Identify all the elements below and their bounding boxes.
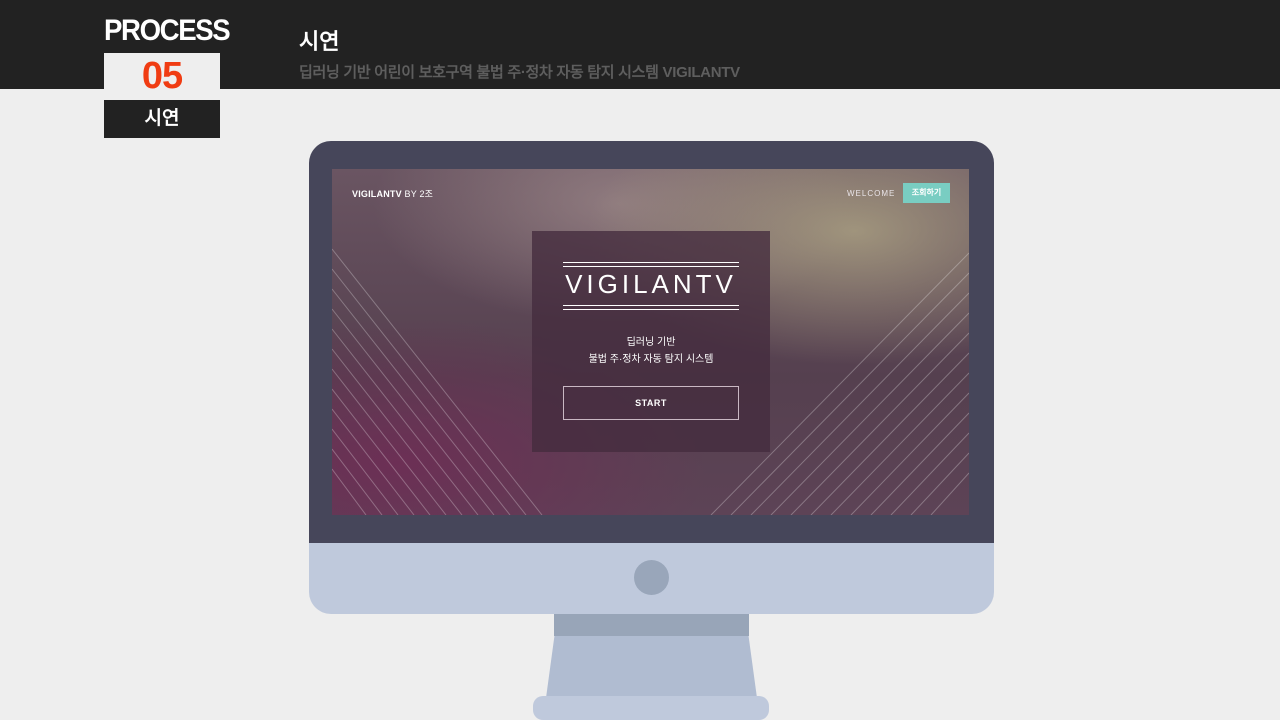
tagline-line-1: 딥러닝 기반 [626,337,676,348]
logo-rule-bottom [563,305,739,306]
monitor-stand-base [533,696,769,720]
process-tag: 시연 [104,100,220,138]
process-label: PROCESS [104,14,231,47]
monitor-logo-dot [634,560,669,595]
page-subtitle: 딥러닝 기반 어린이 보호구역 불법 주·정차 자동 탐지 시스템 VIGILA… [299,64,740,81]
logo-rule-bottom-2 [563,309,739,310]
lookup-button[interactable]: 조회하기 [903,183,950,203]
monitor-stand-neck [554,614,749,636]
app-logo: VIGILANTV [565,269,737,299]
page-title: 시연 [299,29,340,54]
brand-name: VIGILANTV [352,189,402,199]
tagline-line-2: 불법 주·정차 자동 탐지 시스템 [588,354,714,365]
brand-by: BY 2조 [404,189,434,199]
monitor-stand [546,636,757,698]
welcome-link[interactable]: WELCOME [847,189,895,198]
app-brand[interactable]: VIGILANTV BY 2조 [352,187,433,200]
start-button[interactable]: START [563,386,739,420]
app-screen: VIGILANTV BY 2조 WELCOME 조회하기 VIGILANTV 딥… [332,169,969,515]
logo-rule-top-2 [563,266,739,267]
process-number: 05 [141,55,183,97]
logo-rule-top [563,262,739,263]
process-number-box: 05 [104,53,220,99]
hero-card: VIGILANTV 딥러닝 기반 불법 주·정차 자동 탐지 시스템 START [532,231,770,452]
